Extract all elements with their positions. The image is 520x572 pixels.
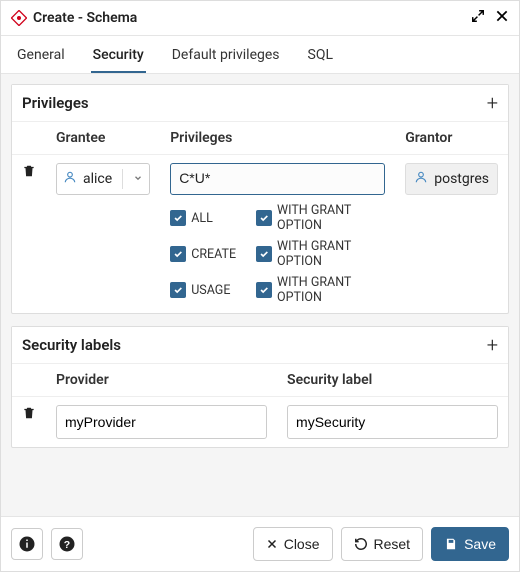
security-label-input[interactable]	[287, 405, 498, 439]
chevron-down-icon	[133, 171, 143, 187]
provider-input[interactable]	[56, 405, 267, 439]
create-schema-dialog: Create - Schema General Security Default…	[0, 0, 520, 572]
save-button[interactable]: Save	[431, 527, 509, 561]
tab-security[interactable]: Security	[91, 37, 146, 73]
delete-row-icon[interactable]	[22, 167, 36, 183]
checkbox-usage[interactable]	[170, 282, 186, 298]
security-labels-panel: Security labels + Provider Security labe…	[11, 326, 509, 448]
user-icon	[414, 170, 428, 188]
security-labels-grid: Provider Security label	[12, 364, 508, 447]
privilege-row: alice	[12, 155, 508, 314]
col-privileges: Privileges	[160, 122, 395, 155]
privileges-panel-title: Privileges	[22, 94, 89, 112]
expand-icon[interactable]	[471, 9, 485, 27]
reset-button[interactable]: Reset	[341, 527, 424, 561]
col-provider: Provider	[46, 364, 277, 397]
dialog-footer: ? Close Reset Save	[1, 516, 519, 571]
checkbox-all[interactable]	[170, 210, 186, 226]
grantor-chip: postgres	[405, 163, 498, 195]
checkbox-create[interactable]	[170, 246, 186, 262]
close-button[interactable]: Close	[253, 527, 333, 561]
col-security-label: Security label	[277, 364, 508, 397]
checkbox-all-wgo[interactable]	[256, 210, 272, 226]
checkbox-create-wgo[interactable]	[256, 246, 272, 262]
security-label-row	[12, 397, 508, 448]
user-icon	[63, 170, 77, 188]
svg-text:?: ?	[64, 539, 70, 551]
dialog-body: Privileges + Grantee Privileges Grantor	[1, 74, 519, 516]
tab-general[interactable]: General	[15, 37, 67, 73]
privileges-input[interactable]	[179, 170, 376, 186]
tab-default-privileges[interactable]: Default privileges	[170, 37, 282, 73]
add-security-label-icon[interactable]: +	[487, 335, 498, 355]
privileges-editor[interactable]	[170, 163, 385, 195]
col-grantor: Grantor	[395, 122, 508, 155]
dialog-title: Create - Schema	[33, 10, 471, 26]
tabs: General Security Default privileges SQL	[1, 36, 519, 74]
close-icon[interactable]	[495, 9, 509, 27]
app-logo-icon	[11, 10, 27, 26]
add-privilege-icon[interactable]: +	[487, 93, 498, 113]
privileges-grid: Grantee Privileges Grantor	[12, 122, 508, 313]
security-labels-title: Security labels	[22, 336, 121, 354]
titlebar: Create - Schema	[1, 1, 519, 36]
info-button[interactable]	[11, 528, 43, 560]
privileges-panel: Privileges + Grantee Privileges Grantor	[11, 84, 509, 314]
delete-row-icon[interactable]	[22, 409, 36, 425]
tab-sql[interactable]: SQL	[306, 37, 335, 73]
grantee-select[interactable]: alice	[56, 163, 150, 195]
checkbox-usage-wgo[interactable]	[256, 282, 272, 298]
col-grantee: Grantee	[46, 122, 160, 155]
grantee-value: alice	[83, 171, 112, 187]
help-button[interactable]: ?	[51, 528, 83, 560]
grantor-value: postgres	[434, 171, 489, 187]
